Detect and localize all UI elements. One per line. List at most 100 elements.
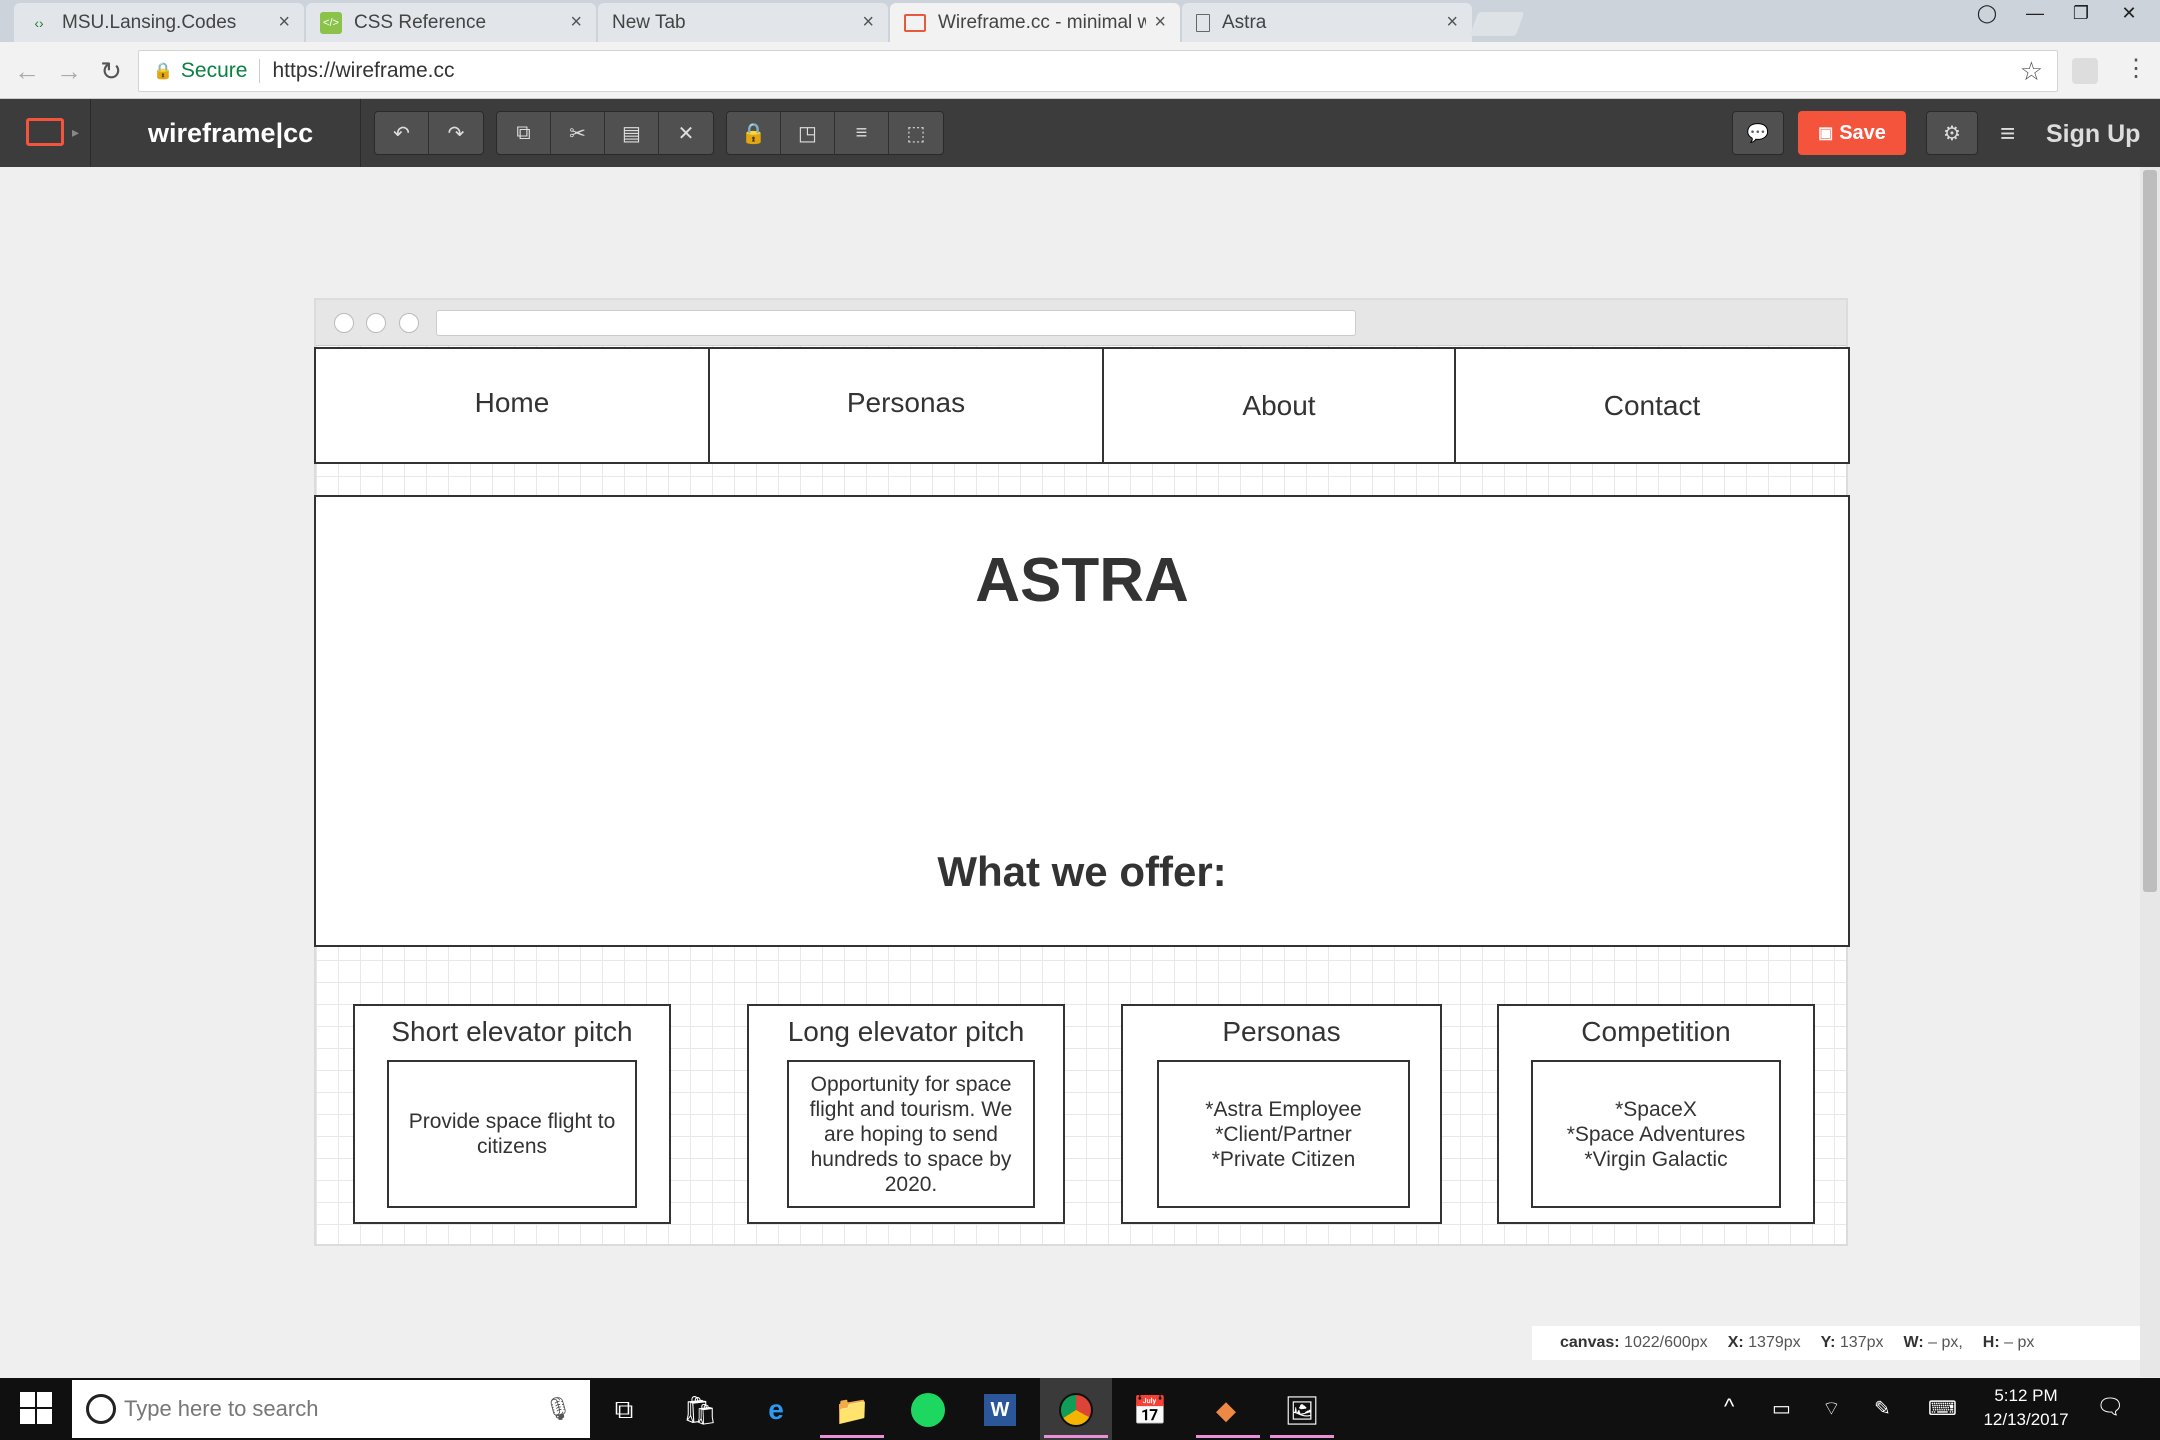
select-all-icon[interactable]: ⬚ — [889, 112, 943, 154]
card-body: *Astra Employee *Client/Partner *Private… — [1157, 1060, 1410, 1208]
new-tab-button[interactable] — [1469, 12, 1525, 36]
hamburger-icon[interactable]: ≡ — [2000, 118, 2015, 149]
tab-label: Astra — [1222, 11, 1267, 33]
delete-icon[interactable]: ✕ — [659, 112, 713, 154]
lock-element-icon[interactable]: 🔒 — [727, 112, 781, 154]
tab-label: CSS Reference — [354, 11, 487, 33]
tab-msu-lansing-codes[interactable]: ‹› MSU.Lansing.Codes × — [14, 3, 304, 42]
forward-icon[interactable]: → — [52, 56, 86, 87]
windows-start-icon[interactable] — [20, 1392, 52, 1424]
wf-nav-contact[interactable]: Contact — [1454, 347, 1850, 464]
url-field[interactable]: 🔒 Secure https://wireframe.cc ☆ — [138, 50, 2058, 92]
restore-icon[interactable]: ❐ — [2058, 0, 2104, 26]
tab-astra[interactable]: Astra × — [1182, 3, 1472, 42]
wf-nav-home[interactable]: Home — [314, 347, 710, 464]
scrollbar-thumb[interactable] — [2143, 170, 2157, 892]
running-indicator — [1270, 1435, 1334, 1438]
save-button[interactable]: ▣ Save — [1798, 111, 1906, 155]
spotify-icon[interactable] — [908, 1390, 948, 1430]
edge-icon[interactable]: e — [756, 1390, 796, 1430]
gitkraken-icon[interactable]: ◆ — [1206, 1390, 1246, 1430]
wifi-icon[interactable]: ⌔ — [1822, 1396, 1841, 1421]
tab-wireframe[interactable]: Wireframe.cc - minimal w × — [890, 3, 1180, 42]
extension-icon[interactable] — [2072, 58, 2098, 84]
back-icon[interactable]: ← — [10, 56, 44, 87]
photos-icon[interactable]: 🖼 — [1282, 1390, 1322, 1430]
lock-icon: 🔒 — [153, 63, 173, 80]
close-icon[interactable]: × — [1446, 11, 1458, 34]
menu-dots-icon[interactable]: ⋮ — [2124, 54, 2148, 83]
status-label: canvas: — [1560, 1334, 1620, 1351]
tab-label: Wireframe.cc - minimal w — [938, 11, 1147, 33]
wf-nav-personas[interactable]: Personas — [708, 347, 1104, 464]
undo-icon[interactable]: ↶ — [375, 112, 429, 154]
file-explorer-icon[interactable]: 📁 — [832, 1390, 872, 1430]
status-label: X: — [1727, 1334, 1744, 1351]
window-dot — [366, 313, 386, 333]
pen-icon[interactable]: ✎ — [1874, 1396, 1891, 1421]
status-label: W: — [1903, 1334, 1924, 1351]
caret-icon[interactable]: ▸ — [72, 124, 79, 141]
document-icon — [1196, 13, 1210, 32]
paste-icon[interactable]: ▤ — [605, 112, 659, 154]
taskbar-search-box[interactable]: Type here to search 🎙 — [72, 1380, 590, 1438]
nav-label: Home — [474, 386, 550, 418]
wf-nav-about[interactable]: About — [1102, 347, 1456, 464]
secure-label: Secure — [180, 59, 248, 82]
running-indicator — [1196, 1435, 1260, 1438]
profile-icon[interactable]: ◯ — [1964, 0, 2010, 26]
bring-front-icon[interactable]: ◳ — [781, 112, 835, 154]
wf-card-personas[interactable]: Personas *Astra Employee *Client/Partner… — [1121, 1004, 1442, 1224]
save-label: Save — [1839, 121, 1886, 144]
close-icon[interactable]: × — [570, 11, 582, 34]
window-close-icon[interactable]: ✕ — [2106, 0, 2152, 26]
microphone-icon[interactable]: 🎙 — [544, 1396, 572, 1422]
minimize-icon[interactable]: — — [2012, 0, 2058, 26]
store-icon[interactable]: 🛍 — [680, 1390, 720, 1430]
wf-card-short-pitch[interactable]: Short elevator pitch Provide space fligh… — [353, 1004, 671, 1224]
tab-css-reference[interactable]: </> CSS Reference × — [306, 3, 596, 42]
card-body: Opportunity for space flight and tourism… — [787, 1060, 1035, 1208]
calendar-icon[interactable]: 📅 — [1130, 1390, 1170, 1430]
close-icon[interactable]: × — [1154, 11, 1166, 34]
divider — [90, 99, 91, 167]
close-icon[interactable]: × — [278, 11, 290, 34]
code-icon: ‹› — [34, 14, 44, 31]
wf-title: ASTRA — [975, 546, 1189, 615]
card-title: Competition — [1581, 1016, 1731, 1047]
status-label: Y: — [1820, 1334, 1836, 1351]
window-dot — [334, 313, 354, 333]
url-text: https://wireframe.cc — [272, 59, 455, 82]
y-readout: Y: 137px — [1821, 1334, 1884, 1352]
bookmark-star-icon[interactable]: ☆ — [2020, 56, 2043, 87]
close-icon[interactable]: × — [862, 11, 874, 34]
sign-up-link[interactable]: Sign Up — [2046, 120, 2140, 149]
settings-gears-icon[interactable]: ⚙ — [1926, 111, 1978, 155]
floppy-icon: ▣ — [1818, 125, 1834, 142]
wf-card-competition[interactable]: Competition *SpaceX *Space Adventures *V… — [1497, 1004, 1815, 1224]
page-icon[interactable] — [26, 118, 64, 146]
clipboard-group: ⧉ ✂ ▤ ✕ — [496, 111, 714, 155]
task-view-icon[interactable]: ⧉ — [604, 1390, 644, 1430]
keyboard-icon[interactable]: ⌨ — [1928, 1396, 1957, 1421]
reload-icon[interactable]: ↻ — [94, 56, 128, 87]
copy-icon[interactable]: ⧉ — [497, 112, 551, 154]
css-icon: </> — [320, 11, 342, 34]
battery-icon[interactable]: ▭ — [1772, 1396, 1791, 1421]
align-icon[interactable]: ≡ — [835, 112, 889, 154]
notifications-icon[interactable]: 🗨 — [2096, 1394, 2124, 1420]
search-placeholder: Type here to search — [124, 1396, 319, 1421]
chrome-icon[interactable] — [1056, 1390, 1096, 1430]
cut-icon[interactable]: ✂ — [551, 112, 605, 154]
tab-new-tab[interactable]: New Tab × — [598, 3, 888, 42]
tab-label: New Tab — [612, 11, 686, 33]
redo-icon[interactable]: ↷ — [429, 112, 483, 154]
wf-card-long-pitch[interactable]: Long elevator pitch Opportunity for spac… — [747, 1004, 1065, 1224]
history-group: ↶ ↷ — [374, 111, 484, 155]
x-readout: X: 1379px — [1728, 1334, 1801, 1352]
clock[interactable]: 5:12 PM 12/13/2017 — [1976, 1384, 2076, 1432]
chevron-up-icon[interactable]: ^ — [1724, 1394, 1734, 1420]
clock-date: 12/13/2017 — [1983, 1410, 2069, 1429]
comment-icon[interactable]: 💬 — [1732, 111, 1784, 155]
word-icon[interactable]: W — [980, 1390, 1020, 1430]
